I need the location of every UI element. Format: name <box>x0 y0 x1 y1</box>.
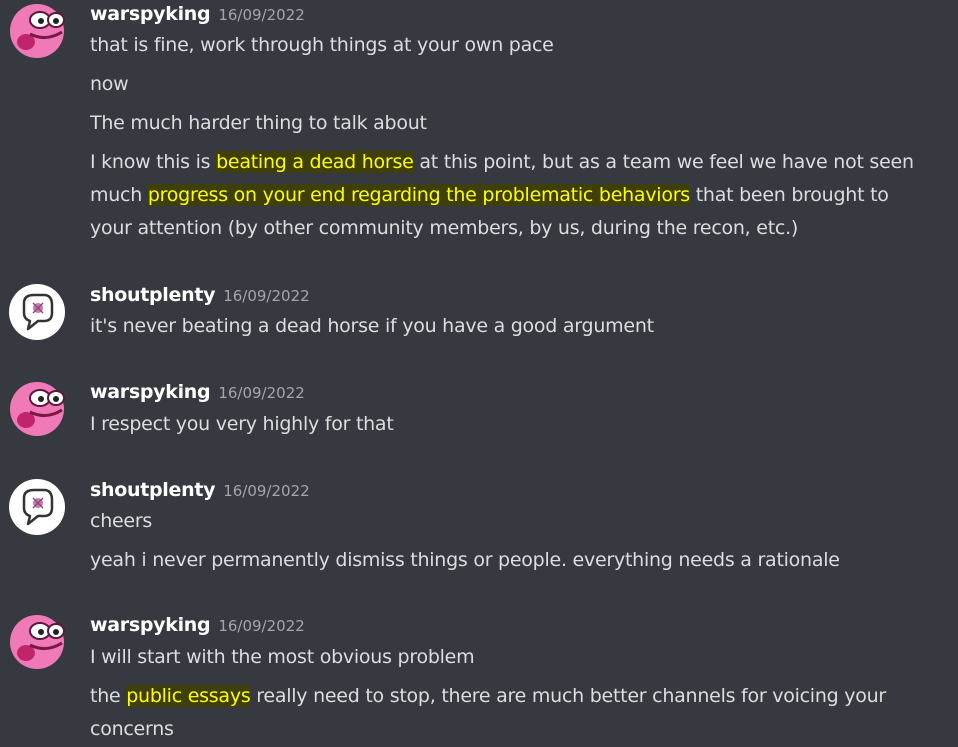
message-header: shoutplenty 16/09/2022 <box>90 281 310 309</box>
message-group-shoutplenty-1: shoutplenty 16/09/2022 it's never beating… <box>0 281 958 361</box>
username[interactable]: warspyking <box>90 3 211 25</box>
timestamp: 16/09/2022 <box>218 617 305 635</box>
message-text: concerns <box>90 718 174 740</box>
username[interactable]: shoutplenty <box>90 479 216 501</box>
text-segment: the <box>90 685 127 707</box>
timestamp: 16/09/2022 <box>223 287 310 305</box>
message-text: much progress on your end regarding the … <box>90 179 956 212</box>
timestamp: 16/09/2022 <box>218 6 305 24</box>
text-segment: that been brought to <box>689 184 889 206</box>
message-header: warspyking 16/09/2022 <box>90 611 305 639</box>
message-group-warspyking-3: warspyking 16/09/2022 I will start with t… <box>0 611 958 747</box>
speech-bubble-avatar-icon[interactable] <box>8 283 66 341</box>
timestamp: 16/09/2022 <box>218 384 305 402</box>
message-text: The much harder thing to talk about <box>90 112 427 134</box>
username[interactable]: warspyking <box>90 381 211 403</box>
message-group-shoutplenty-2: shoutplenty 16/09/2022 cheers yeah i neve… <box>0 476 958 586</box>
username[interactable]: warspyking <box>90 614 211 636</box>
message-header: shoutplenty 16/09/2022 <box>90 476 310 504</box>
message-header: warspyking 16/09/2022 <box>90 0 305 28</box>
message-text: your attention (by other community membe… <box>90 217 799 239</box>
highlighted-text: public essays <box>126 685 251 707</box>
message-text: I will start with the most obvious probl… <box>90 646 475 668</box>
message-text: it's never beating a dead horse if you h… <box>90 315 654 337</box>
pink-frog-avatar-icon[interactable] <box>8 613 66 671</box>
message-text: cheers <box>90 510 153 532</box>
highlighted-text: beating a dead horse <box>216 151 414 173</box>
speech-bubble-avatar-icon[interactable] <box>8 478 66 536</box>
text-segment: at this point, but as a team we feel we … <box>413 151 914 173</box>
username[interactable]: shoutplenty <box>90 284 216 306</box>
text-segment: I know this is <box>90 151 217 173</box>
message-header: warspyking 16/09/2022 <box>90 378 305 406</box>
message-group-warspyking-1: warspyking 16/09/2022 that is fine, work … <box>0 0 958 250</box>
message-text: I respect you very highly for that <box>90 413 394 435</box>
text-segment: really need to stop, there are much bett… <box>250 685 886 707</box>
message-text: now <box>90 73 129 95</box>
highlighted-text: progress on your end regarding the probl… <box>147 184 690 206</box>
message-group-warspyking-2: warspyking 16/09/2022 I respect you very … <box>0 378 958 448</box>
message-text: the public essays really need to stop, t… <box>90 680 956 713</box>
timestamp: 16/09/2022 <box>223 482 310 500</box>
pink-frog-avatar-icon[interactable] <box>8 2 66 60</box>
message-text: I know this is beating a dead horse at t… <box>90 146 956 179</box>
pink-frog-avatar-icon[interactable] <box>8 380 66 438</box>
message-text: yeah i never permanently dismiss things … <box>90 549 840 571</box>
text-segment: much <box>90 184 148 206</box>
message-text: that is fine, work through things at you… <box>90 34 554 56</box>
